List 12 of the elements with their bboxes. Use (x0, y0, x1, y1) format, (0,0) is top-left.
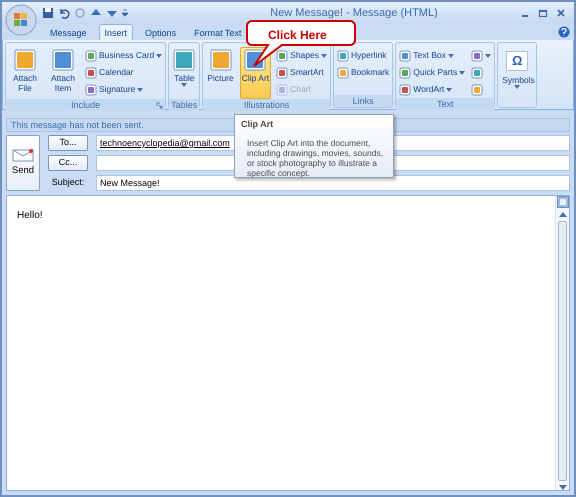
group-label: Illustrations (244, 100, 290, 110)
message-body-text: Hello! (16, 209, 44, 223)
group-label: Links (352, 96, 374, 106)
tooltip-title: Clip Art (241, 118, 274, 131)
group-label: Tables (171, 100, 198, 110)
field-label: Subject: (50, 176, 86, 190)
ribbon-button: Chart (275, 81, 328, 98)
group-label: Text (436, 99, 454, 109)
callout-text: Click Here (268, 27, 327, 44)
window-title: New Message! - Message (HTML) (269, 6, 439, 21)
tooltip-text: Insert Clip Art into the document, including drawings, movies, sounds, or stock photography to illustrate a specific concept. (247, 138, 384, 178)
group-label: Include (71, 100, 100, 110)
